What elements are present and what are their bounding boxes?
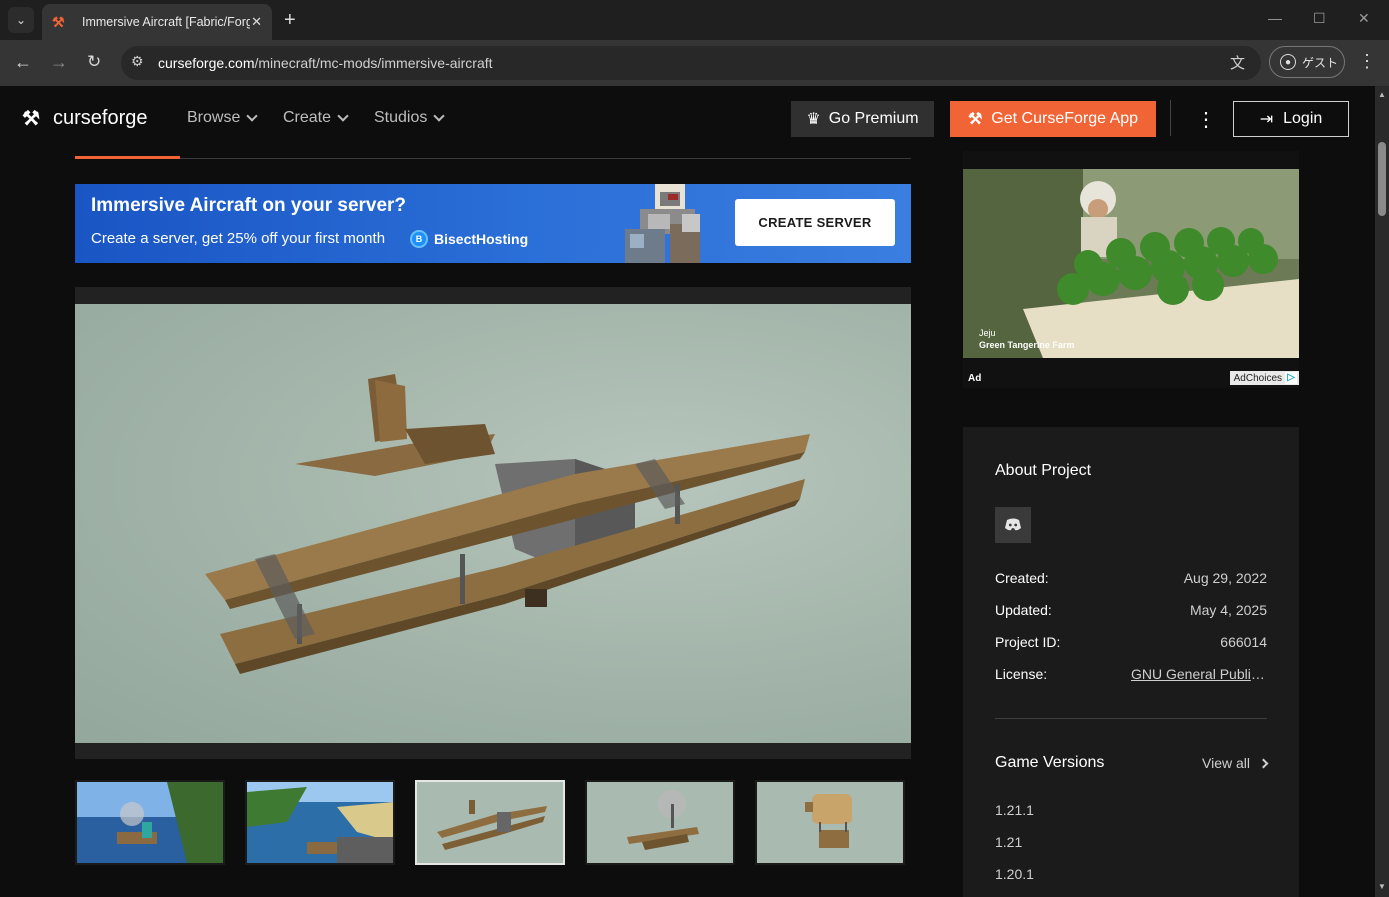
- about-project-title: About Project: [995, 462, 1092, 479]
- minimize-button[interactable]: —: [1268, 10, 1282, 26]
- browser-menu-icon[interactable]: ⋮: [1358, 51, 1376, 72]
- page-viewport: ⚒ curseforge Browse Create Studios ♛ Go …: [0, 86, 1375, 897]
- new-tab-button[interactable]: +: [284, 9, 296, 32]
- forward-button[interactable]: →: [50, 52, 68, 73]
- nav-browse-label: Browse: [187, 109, 241, 126]
- curseforge-logo[interactable]: ⚒ curseforge: [22, 107, 148, 130]
- meta-license: License: GNU General Public...: [995, 666, 1267, 682]
- go-premium-label: Go Premium: [828, 110, 919, 127]
- project-id-label: Project ID:: [995, 634, 1061, 650]
- meta-created: Created: Aug 29, 2022: [995, 570, 1267, 586]
- view-all-versions-link[interactable]: View all: [1202, 755, 1269, 771]
- server-promo-banner[interactable]: Immersive Aircraft on your server? Creat…: [75, 184, 911, 263]
- nav-studios-label: Studios: [374, 109, 428, 126]
- header-divider: [1170, 100, 1171, 136]
- project-tabs-underline: [75, 158, 911, 159]
- gallery-thumbnail[interactable]: [245, 780, 395, 865]
- nav-create[interactable]: Create: [283, 109, 349, 127]
- get-app-button[interactable]: ⚒ Get CurseForge App: [950, 101, 1156, 137]
- scrollbar-thumb[interactable]: [1378, 142, 1386, 216]
- tab-search-button[interactable]: ⌄: [8, 7, 34, 33]
- translate-icon[interactable]: 文: [1230, 52, 1245, 73]
- login-button[interactable]: ⇥ Login: [1233, 101, 1349, 137]
- bisecthosting-logo: B BisectHosting: [410, 230, 528, 248]
- adchoices-button[interactable]: AdChoices ▷: [1229, 371, 1299, 385]
- gallery-thumbnail-active[interactable]: [415, 780, 565, 865]
- scroll-down-icon[interactable]: ▼: [1378, 882, 1386, 891]
- minecraft-character-art: [625, 184, 700, 263]
- address-bar[interactable]: ⚙ curseforge.com/minecraft/mc-mods/immer…: [121, 46, 1261, 80]
- get-app-label: Get CurseForge App: [991, 110, 1139, 127]
- discord-icon: [1005, 518, 1021, 531]
- gallery-thumbnail[interactable]: [755, 780, 905, 865]
- promo-subtitle: Create a server, get 25% off your first …: [91, 230, 386, 247]
- reload-button[interactable]: ↻: [87, 52, 101, 72]
- ad-label: Ad: [968, 373, 982, 384]
- adchoices-label: AdChoices: [1233, 372, 1282, 384]
- created-label: Created:: [995, 570, 1049, 586]
- more-options-icon[interactable]: ⋮: [1196, 107, 1216, 132]
- chevron-down-icon: [433, 110, 446, 122]
- logo-text: curseforge: [53, 107, 148, 129]
- back-button[interactable]: ←: [14, 52, 32, 73]
- scroll-up-icon[interactable]: ▲: [1378, 90, 1386, 99]
- updated-value: May 4, 2025: [1189, 602, 1267, 618]
- browser-tab-strip: ⌄ ⚒ Immersive Aircraft [Fabric/Forge] ✕ …: [0, 0, 1389, 40]
- nav-studios[interactable]: Studios: [374, 109, 446, 127]
- meta-project-id: Project ID: 666014: [995, 634, 1267, 650]
- license-link[interactable]: GNU General Public...: [1131, 666, 1267, 682]
- chevron-down-icon: [337, 110, 349, 122]
- about-divider: [995, 718, 1267, 719]
- game-versions-title: Game Versions: [995, 754, 1105, 771]
- anvil-icon: ⚒: [967, 111, 983, 128]
- ad-caption-title: Green Tangerine Farm: [979, 340, 1075, 350]
- page-scrollbar[interactable]: ▲ ▼: [1375, 86, 1389, 897]
- game-version-item: 1.21: [995, 834, 1023, 850]
- discord-link[interactable]: [995, 507, 1031, 543]
- maximize-button[interactable]: ☐: [1313, 10, 1326, 27]
- aircraft-render: [205, 374, 810, 674]
- anvil-icon: ⚒: [22, 107, 40, 130]
- project-id-value: 666014: [1220, 634, 1267, 650]
- login-label: Login: [1283, 110, 1323, 127]
- nav-create-label: Create: [283, 109, 332, 126]
- chevron-down-icon: [246, 110, 259, 122]
- profile-label: ゲスト: [1302, 55, 1339, 70]
- ad-caption-location: Jeju: [979, 328, 996, 338]
- gallery-thumbnail[interactable]: [75, 780, 225, 865]
- about-project-panel: About Project Created: Aug 29, 2022 Upda…: [963, 427, 1299, 897]
- login-icon: ⇥: [1259, 111, 1274, 128]
- updated-label: Updated:: [995, 602, 1052, 618]
- crown-icon: ♛: [806, 111, 821, 128]
- game-version-item: 1.20.1: [995, 866, 1034, 882]
- nav-browse[interactable]: Browse: [187, 109, 259, 127]
- go-premium-button[interactable]: ♛ Go Premium: [791, 101, 934, 137]
- close-window-button[interactable]: ✕: [1358, 10, 1370, 27]
- profile-button[interactable]: ● ゲスト: [1269, 46, 1345, 78]
- site-info-icon[interactable]: ⚙: [131, 53, 144, 70]
- bisecthosting-icon: B: [410, 230, 428, 248]
- game-version-item: 1.21.1: [995, 802, 1034, 818]
- ad-image[interactable]: Jeju Green Tangerine Farm: [963, 169, 1299, 358]
- curseforge-favicon-icon: ⚒: [52, 14, 65, 30]
- brand-name: BisectHosting: [434, 231, 529, 247]
- person-icon: ●: [1280, 54, 1296, 70]
- gallery-thumbnail[interactable]: [585, 780, 735, 865]
- tab-title: Immersive Aircraft [Fabric/Forge]: [82, 15, 250, 29]
- url-text: curseforge.com/minecraft/mc-mods/immersi…: [158, 55, 493, 71]
- ad-banner[interactable]: Jeju Green Tangerine Farm Ad AdChoices ▷: [963, 151, 1299, 388]
- created-value: Aug 29, 2022: [1183, 570, 1267, 586]
- browser-toolbar: ← → ↻ ⚙ curseforge.com/minecraft/mc-mods…: [0, 40, 1389, 86]
- tab-close-icon[interactable]: ✕: [251, 14, 262, 30]
- license-label: License:: [995, 666, 1048, 682]
- meta-updated: Updated: May 4, 2025: [995, 602, 1267, 618]
- adchoices-icon: ▷: [1285, 372, 1297, 384]
- active-tab-indicator: [75, 156, 180, 159]
- promo-title: Immersive Aircraft on your server?: [91, 195, 407, 216]
- browser-tab[interactable]: ⚒ Immersive Aircraft [Fabric/Forge] ✕: [42, 4, 272, 40]
- gallery-main-image[interactable]: [75, 304, 911, 743]
- create-server-button[interactable]: CREATE SERVER: [735, 199, 895, 246]
- chevron-right-icon: [1258, 758, 1269, 768]
- view-all-label: View all: [1202, 755, 1250, 771]
